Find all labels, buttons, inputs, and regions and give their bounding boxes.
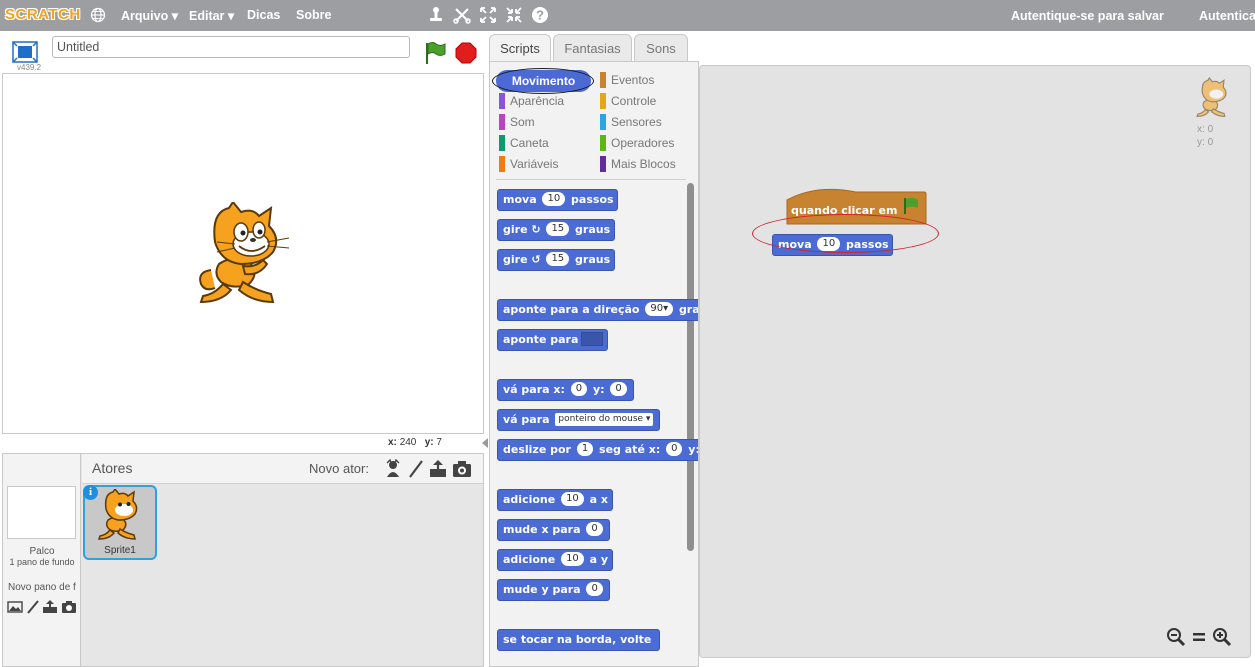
cat-sprite[interactable] bbox=[193, 202, 297, 306]
sprite-y-readout: y: 0 bbox=[1197, 137, 1214, 148]
category-looks[interactable]: Aparência bbox=[499, 93, 564, 109]
new-sprite-label: Novo ator: bbox=[309, 461, 369, 476]
current-sprite-icon bbox=[1196, 77, 1227, 118]
presentation-mode-icon[interactable] bbox=[12, 41, 38, 63]
block-move-steps[interactable]: mova 10 passos bbox=[497, 189, 619, 211]
stage-backdrop-count: 1 pano de fundo bbox=[9, 557, 75, 567]
collapse-stage-arrow-icon[interactable] bbox=[481, 437, 489, 449]
new-backdrop-label: Novo pano de f bbox=[8, 582, 76, 593]
delete-scissors-icon[interactable] bbox=[453, 6, 471, 24]
sprite-library-icon[interactable] bbox=[383, 459, 403, 479]
zoom-reset-icon[interactable] bbox=[1189, 627, 1209, 647]
sprites-title: Atores bbox=[92, 460, 133, 476]
dropdown-icon[interactable] bbox=[581, 332, 604, 346]
camera-backdrop-icon[interactable] bbox=[61, 600, 77, 614]
paint-sprite-icon[interactable] bbox=[406, 459, 426, 479]
block-bounce[interactable]: se tocar na borda, volte bbox=[497, 629, 660, 651]
duplicate-stamp-icon[interactable] bbox=[427, 6, 445, 24]
block-set-y[interactable]: mude y para 0 bbox=[497, 579, 610, 601]
category-sensing[interactable]: Sensores bbox=[600, 114, 662, 130]
zoom-in-icon[interactable] bbox=[1212, 627, 1232, 647]
menu-arquivo[interactable]: Arquivo ▾ bbox=[121, 8, 178, 23]
flag-icon bbox=[904, 198, 906, 214]
green-flag-icon[interactable] bbox=[423, 41, 447, 65]
scripts-area[interactable]: x: 0 y: 0 bbox=[699, 65, 1251, 658]
block-change-x[interactable]: adicione 10 a x bbox=[497, 489, 613, 511]
project-title-input[interactable] bbox=[52, 36, 410, 58]
block-set-x[interactable]: mude x para 0 bbox=[497, 519, 610, 541]
highlight-circle-annotation bbox=[752, 214, 939, 253]
save-hint-link[interactable]: Autentique-se para salvar bbox=[1011, 9, 1164, 23]
help-icon[interactable]: ? bbox=[531, 6, 549, 24]
block-point-direction[interactable]: aponte para a direção 90▾ gra bbox=[497, 299, 698, 321]
language-globe-icon[interactable] bbox=[90, 7, 106, 23]
category-more-blocks[interactable]: Mais Blocos bbox=[600, 156, 676, 172]
palette-scrollbar[interactable] bbox=[687, 183, 694, 551]
svg-text:?: ? bbox=[536, 8, 544, 23]
mouse-coordinates: x: 240 y: 7 bbox=[388, 437, 442, 448]
paint-backdrop-icon[interactable] bbox=[25, 600, 41, 614]
rotate-left-icon: ↺ bbox=[531, 253, 541, 266]
selection-circle-annotation bbox=[492, 68, 594, 94]
category-events[interactable]: Eventos bbox=[600, 72, 654, 88]
block-palette: Movimento Aparência Som Caneta Variáveis… bbox=[489, 61, 699, 667]
scratch-logo[interactable]: SCRATCH bbox=[5, 4, 80, 26]
tab-sounds[interactable]: Sons bbox=[634, 34, 688, 63]
category-control[interactable]: Controle bbox=[600, 93, 656, 109]
menu-bar: SCRATCH Arquivo ▾ Editar ▾ Dicas Sobre ?… bbox=[0, 0, 1255, 31]
camera-sprite-icon[interactable] bbox=[452, 459, 472, 479]
upload-sprite-icon[interactable] bbox=[428, 459, 448, 479]
block-turn-left[interactable]: gire ↺ 15 graus bbox=[497, 249, 615, 271]
sprite-x-readout: x: 0 bbox=[1197, 124, 1214, 135]
rotate-right-icon: ↻ bbox=[531, 223, 541, 236]
menu-sobre[interactable]: Sobre bbox=[296, 8, 331, 22]
stop-icon[interactable] bbox=[455, 42, 477, 64]
category-sound[interactable]: Som bbox=[499, 114, 535, 130]
menu-editar[interactable]: Editar ▾ bbox=[189, 8, 234, 23]
version-label: v439.2 bbox=[17, 63, 42, 72]
editor-tabs: Scripts Fantasias Sons bbox=[487, 31, 1255, 64]
zoom-out-icon[interactable] bbox=[1166, 627, 1186, 647]
stage-column: Palco 1 pano de fundo Novo pano de f bbox=[3, 454, 81, 666]
login-link[interactable]: Autenticar bbox=[1199, 9, 1255, 23]
category-variables[interactable]: Variáveis bbox=[499, 156, 558, 172]
sprite-panel: Palco 1 pano de fundo Novo pano de f Ato… bbox=[2, 453, 484, 667]
tab-scripts[interactable]: Scripts bbox=[489, 34, 551, 64]
menu-dicas[interactable]: Dicas bbox=[247, 8, 280, 22]
block-goto-xy[interactable]: vá para x: 0 y: 0 bbox=[497, 379, 634, 401]
block-point-towards[interactable]: aponte para bbox=[497, 329, 609, 351]
category-pen[interactable]: Caneta bbox=[499, 135, 549, 151]
category-operators[interactable]: Operadores bbox=[600, 135, 674, 151]
stage-canvas[interactable] bbox=[2, 73, 484, 434]
stage-thumbnail[interactable] bbox=[7, 486, 76, 539]
tab-costumes[interactable]: Fantasias bbox=[553, 34, 632, 63]
sprite1-name: Sprite1 bbox=[104, 545, 136, 556]
shrink-arrows-icon[interactable] bbox=[505, 6, 523, 24]
backdrop-library-icon[interactable] bbox=[7, 600, 23, 614]
stage-label: Palco bbox=[29, 546, 55, 557]
block-glide[interactable]: deslize por 1 seg até x: 0 y: bbox=[497, 439, 698, 461]
upload-backdrop-icon[interactable] bbox=[42, 600, 58, 614]
sprites-header: Atores Novo ator: bbox=[82, 454, 483, 484]
block-goto[interactable]: vá para ponteiro do mouse ▾ bbox=[497, 409, 661, 431]
palette-divider bbox=[496, 179, 686, 180]
cat-thumbnail bbox=[97, 489, 138, 540]
sprite-thumbnail-sprite1[interactable]: i Sprite1 bbox=[83, 485, 157, 560]
block-turn-right[interactable]: gire ↻ 15 graus bbox=[497, 219, 615, 241]
grow-arrows-icon[interactable] bbox=[479, 6, 497, 24]
stage-header: v439.2 bbox=[0, 31, 487, 74]
block-change-y[interactable]: adicione 10 a y bbox=[497, 549, 613, 571]
